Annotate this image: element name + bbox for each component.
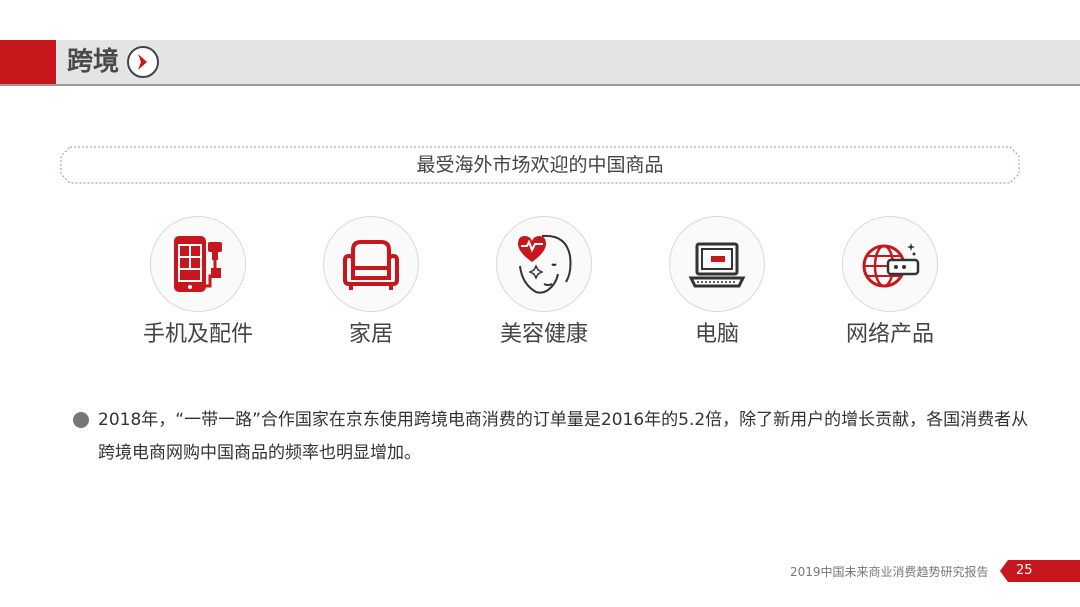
globe-router-icon bbox=[862, 243, 920, 288]
page-badge-shape bbox=[1000, 560, 1080, 582]
section-title: 跨境 bbox=[67, 47, 120, 77]
category-home: 家居 bbox=[301, 216, 441, 350]
laptop-icon bbox=[688, 242, 746, 288]
category-label: 电脑 bbox=[694, 322, 739, 347]
bullet-dot bbox=[73, 412, 89, 428]
category-icon-circle bbox=[323, 216, 419, 312]
banner: 最受海外市场欢迎的中国商品 bbox=[60, 146, 1020, 184]
category-network: 网络产品 bbox=[820, 216, 960, 350]
report-title: 2019中国未来商业消费趋势研究报告 bbox=[790, 565, 989, 579]
category-icon-circle bbox=[669, 216, 765, 312]
page-number-badge: 25 bbox=[1000, 560, 1080, 582]
category-computers: 电脑 bbox=[647, 216, 787, 350]
chevron-right-circle-icon bbox=[127, 46, 159, 78]
category-label: 家居 bbox=[348, 322, 393, 347]
category-phones: 手机及配件 bbox=[128, 216, 268, 350]
page-number: 25 bbox=[1016, 563, 1033, 578]
category-beauty: 美容健康 bbox=[474, 216, 614, 350]
category-label: 美容健康 bbox=[499, 322, 588, 347]
phone-charger-icon bbox=[174, 236, 222, 292]
banner-text: 最受海外市场欢迎的中国商品 bbox=[416, 154, 664, 176]
header-accent-bar bbox=[0, 40, 56, 84]
category-icon-circle bbox=[496, 216, 592, 312]
section-header: 跨境 bbox=[0, 40, 1080, 86]
armchair-icon bbox=[343, 240, 399, 290]
face-heart-icon bbox=[518, 234, 572, 294]
category-icon-circle bbox=[842, 216, 938, 312]
category-icon-circle bbox=[150, 216, 246, 312]
category-label: 网络产品 bbox=[845, 322, 934, 347]
description-paragraph: 2018年，“一带一路”合作国家在京东使用跨境电商消费的订单量是2016年的5.… bbox=[98, 410, 1029, 463]
category-label: 手机及配件 bbox=[142, 322, 253, 347]
